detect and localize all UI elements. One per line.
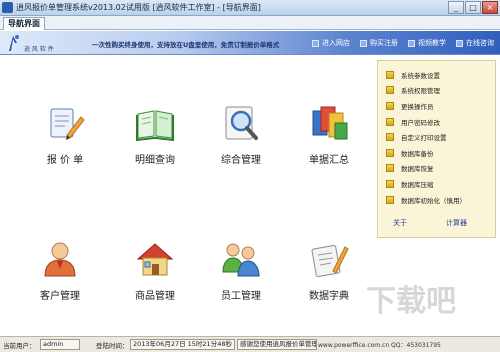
system-menu-list: 系统参数设置 系统权限管理 更换操作员 用户密码修改 自定义打印设置 数据库备份…	[386, 67, 491, 207]
shop-icon	[312, 39, 319, 47]
module-detail-query[interactable]: 明细查询	[120, 103, 190, 166]
link-register[interactable]: 购买注册	[360, 38, 398, 48]
website-text: www.powerffice.com.cn QQ：453031795	[318, 342, 441, 349]
customer-icon	[44, 242, 76, 277]
menu-item-label: 自定义打印设置	[401, 134, 447, 143]
book-icon	[386, 133, 394, 142]
book-icon	[386, 179, 394, 188]
menu-change-password[interactable]: 用户密码修改	[386, 114, 491, 130]
window-title: 逍风报价单管理系统v2013.02试用版 [逍风软件工作室] - [导航界面]	[16, 3, 261, 12]
logo-icon	[9, 35, 19, 51]
title-bar: 逍风报价单管理系统v2013.02试用版 [逍风软件工作室] - [导航界面] …	[0, 0, 500, 16]
book-icon	[386, 195, 394, 204]
module-data-dictionary-label: 数据字典	[309, 291, 349, 302]
close-button[interactable]: ×	[482, 1, 498, 14]
chat-icon	[456, 39, 463, 47]
module-employee-management[interactable]: 员工管理	[206, 239, 276, 302]
minimize-button[interactable]: _	[448, 1, 464, 14]
quote-doc-icon	[50, 108, 85, 140]
link-shop-label: 进入网店	[322, 39, 350, 47]
menu-item-label: 数据库初始化（慎用）	[401, 196, 466, 205]
menu-db-compress[interactable]: 数据库压缩	[386, 176, 491, 192]
link-video[interactable]: 视频教学	[408, 38, 446, 48]
link-video-label: 视频教学	[418, 39, 446, 47]
window-controls: _ □ ×	[448, 1, 498, 14]
menu-system-params[interactable]: 系统参数设置	[386, 67, 491, 83]
module-document-summary[interactable]: 单据汇总	[294, 103, 364, 166]
house-icon	[136, 243, 174, 276]
module-quote[interactable]: 报 价 单	[30, 103, 100, 166]
link-shop[interactable]: 进入网店	[312, 38, 350, 48]
book-icon	[386, 86, 394, 95]
employees-icon	[222, 243, 260, 277]
module-quote-label: 报 价 单	[46, 155, 84, 166]
watermark: 下载吧	[366, 284, 456, 319]
module-customer-management[interactable]: 客户管理	[25, 239, 95, 302]
about-link[interactable]: 关于	[393, 218, 407, 228]
dictionary-icon	[311, 244, 349, 278]
status-bar: 当前用户： admin 登陆时间： 2013年06月27日 15时21分48秒 …	[0, 336, 500, 352]
book-icon	[386, 70, 394, 79]
banner: 逍 风 软 件 一次性购买终身使用，支持放在U盘里使用，免责订制报价单格式 进入…	[0, 31, 500, 55]
menu-change-operator[interactable]: 更换操作员	[386, 98, 491, 114]
module-general-management[interactable]: 综合管理	[206, 103, 276, 166]
login-time-label: 登陆时间：	[96, 342, 129, 350]
module-product-management-label: 商品管理	[135, 291, 175, 302]
magnifier-icon	[225, 106, 258, 140]
menu-item-label: 数据库备份	[401, 149, 434, 158]
banner-links: 进入网店 购买注册 视频教学 在线咨询	[312, 38, 500, 48]
status-message: 感谢您使用逍风报价单管理系统	[237, 339, 317, 350]
maximize-button[interactable]: □	[465, 1, 481, 14]
module-data-dictionary[interactable]: 数据字典	[294, 239, 364, 302]
menu-item-label: 系统权限管理	[401, 87, 440, 96]
tab-bar: 导航界面	[0, 16, 500, 30]
menu-item-label: 系统参数设置	[401, 71, 440, 80]
logo-text: 逍 风 软 件	[24, 46, 54, 53]
module-document-summary-label: 单据汇总	[309, 155, 349, 166]
menu-item-label: 数据库压缩	[401, 180, 434, 189]
menu-permission-management[interactable]: 系统权限管理	[386, 83, 491, 99]
current-user-value: admin	[40, 339, 80, 350]
link-consult-label: 在线咨询	[466, 39, 494, 47]
app-icon	[2, 2, 13, 13]
files-icon	[312, 106, 348, 140]
menu-db-restore[interactable]: 数据库恢复	[386, 161, 491, 177]
video-icon	[408, 39, 415, 47]
register-icon	[360, 39, 367, 47]
module-product-management[interactable]: 商品管理	[120, 239, 190, 302]
book-icon	[386, 101, 394, 110]
menu-item-label: 数据库恢复	[401, 165, 434, 174]
menu-print-settings[interactable]: 自定义打印设置	[386, 129, 491, 145]
module-customer-management-label: 客户管理	[40, 291, 80, 302]
menu-db-backup[interactable]: 数据库备份	[386, 145, 491, 161]
book-icon	[386, 148, 394, 157]
calculator-link[interactable]: 计算器	[446, 218, 467, 228]
current-user-label: 当前用户：	[3, 342, 36, 350]
module-general-management-label: 综合管理	[221, 155, 261, 166]
tab-nav-interface[interactable]: 导航界面	[3, 17, 45, 30]
slogan: 一次性购买终身使用，支持放在U盘里使用，免责订制报价单格式	[92, 41, 280, 49]
menu-item-label: 更换操作员	[401, 102, 434, 111]
link-consult[interactable]: 在线咨询	[456, 38, 494, 48]
open-book-icon	[136, 110, 174, 142]
menu-db-initialize[interactable]: 数据库初始化（慎用）	[386, 192, 491, 208]
system-panel: 系统参数设置 系统权限管理 更换操作员 用户密码修改 自定义打印设置 数据库备份…	[377, 60, 496, 238]
book-icon	[386, 117, 394, 126]
link-register-label: 购买注册	[370, 39, 398, 47]
menu-item-label: 用户密码修改	[401, 118, 440, 127]
login-time-value: 2013年06月27日 15时21分48秒	[130, 339, 235, 350]
module-employee-management-label: 员工管理	[221, 291, 261, 302]
book-icon	[386, 164, 394, 173]
module-detail-query-label: 明细查询	[135, 155, 175, 166]
